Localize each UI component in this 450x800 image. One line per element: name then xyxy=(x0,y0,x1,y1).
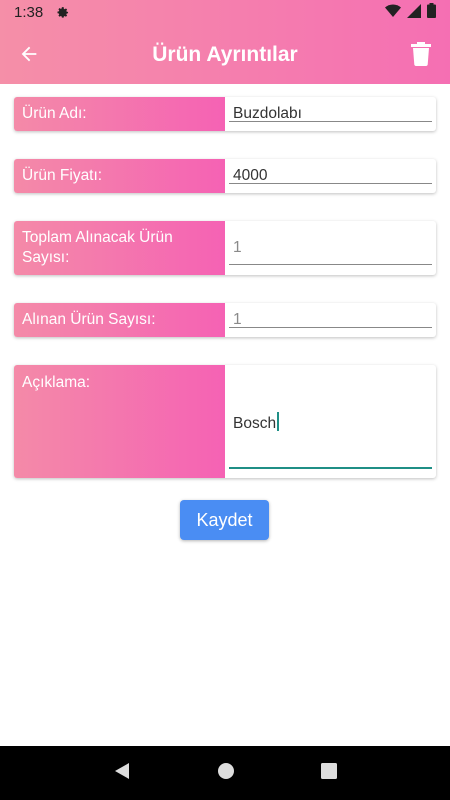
product-name-field[interactable]: Buzdolabı xyxy=(225,97,436,131)
recents-square-icon[interactable] xyxy=(321,762,337,784)
bought-quantity-label: Alınan Ürün Sayısı: xyxy=(14,303,225,337)
text-cursor xyxy=(277,412,280,431)
description-field[interactable]: Bosch xyxy=(225,365,436,478)
description-value[interactable]: Bosch xyxy=(233,415,276,432)
product-name-underline xyxy=(229,121,432,122)
status-time: 1:38 xyxy=(14,4,44,21)
back-triangle-icon[interactable] xyxy=(113,762,131,785)
bought-quantity-field[interactable]: 1 xyxy=(225,303,436,337)
bought-quantity-row: Alınan Ürün Sayısı: 1 xyxy=(14,303,436,337)
total-quantity-row: Toplam Alınacak Ürün Sayısı: 1 xyxy=(14,221,436,275)
description-row: Açıklama: Bosch xyxy=(14,365,436,478)
total-quantity-label: Toplam Alınacak Ürün Sayısı: xyxy=(14,221,225,275)
product-price-label: Ürün Fiyatı: xyxy=(14,159,225,193)
bought-quantity-underline xyxy=(229,327,432,328)
signal-icon xyxy=(407,3,421,22)
save-button[interactable]: Kaydet xyxy=(180,500,269,540)
app-bar: Ürün Ayrıntılar xyxy=(0,25,450,84)
navigation-bar xyxy=(0,746,450,800)
product-name-row: Ürün Adı: Buzdolabı xyxy=(14,97,436,131)
page-title: Ürün Ayrıntılar xyxy=(152,42,298,66)
status-bar: 1:38 xyxy=(0,0,450,25)
gear-icon xyxy=(55,4,69,22)
product-name-label: Ürün Adı: xyxy=(14,97,225,131)
total-quantity-field[interactable]: 1 xyxy=(225,221,436,275)
trash-icon[interactable] xyxy=(408,39,434,69)
product-price-row: Ürün Fiyatı: 4000 xyxy=(14,159,436,193)
description-underline xyxy=(229,467,432,469)
product-price-underline xyxy=(229,183,432,184)
total-quantity-value[interactable]: 1 xyxy=(233,239,242,257)
description-value-wrap[interactable]: Bosch xyxy=(233,412,280,433)
total-quantity-underline xyxy=(229,264,432,265)
description-label: Açıklama: xyxy=(14,365,225,478)
wifi-icon xyxy=(385,4,401,22)
home-circle-icon[interactable] xyxy=(217,762,235,785)
battery-icon xyxy=(427,3,436,22)
product-price-field[interactable]: 4000 xyxy=(225,159,436,193)
arrow-left-icon[interactable] xyxy=(14,39,44,69)
